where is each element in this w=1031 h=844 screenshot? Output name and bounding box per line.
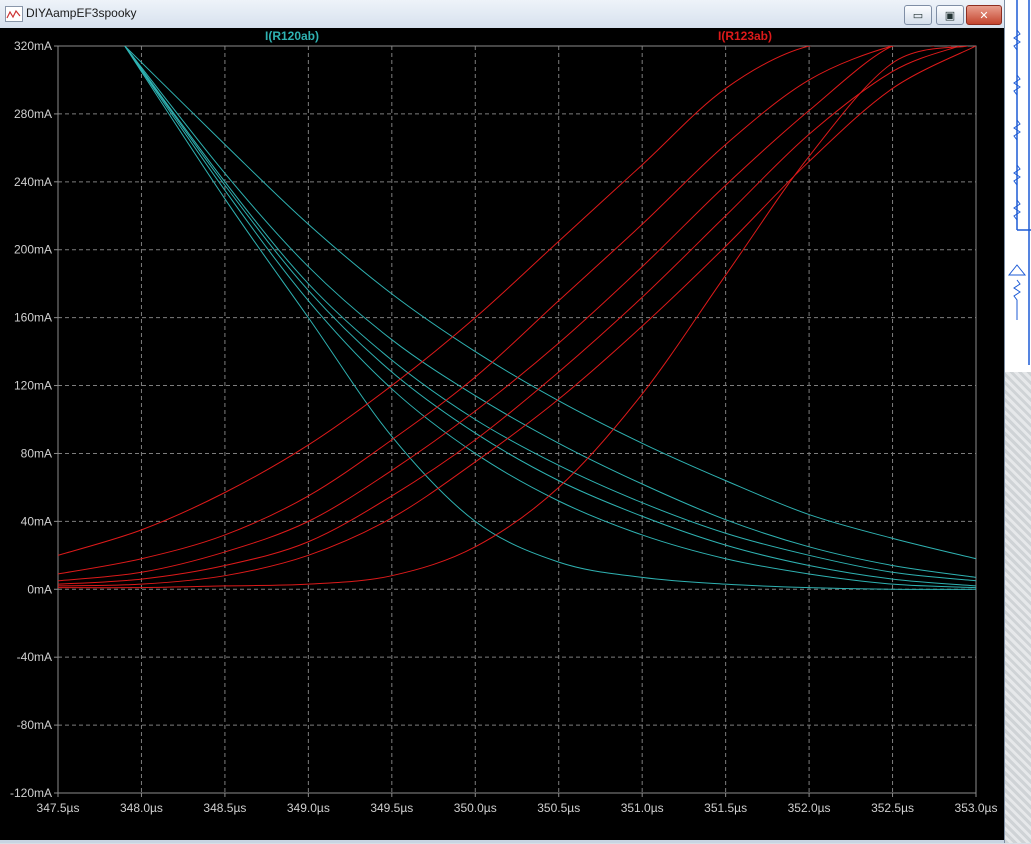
close-icon: ✕ [979,8,989,22]
schematic-resistors [1007,0,1031,365]
trace-r120ab [124,46,976,560]
plot-window: DIYAampEF3spooky ▭ ▣ ✕ 320mA 280mA 240mA 20… [0,0,1005,843]
x-tick-label: 350.0µs [454,801,497,815]
trace-r123ab [58,46,951,582]
x-tick-label: 349.5µs [370,801,413,815]
x-tick-label: 347.5µs [37,801,80,815]
y-tick-label: 240mA [14,175,52,189]
y-tick-label: 200mA [14,243,52,257]
y-tick-label: 40mA [21,514,52,528]
maximize-icon: ▣ [944,8,956,22]
y-tick-label: 280mA [14,107,52,121]
legend-label: I(R120ab) [265,29,319,43]
waveform-app-icon [5,6,23,22]
x-tick-label: 352.0µs [788,801,831,815]
schematic-background [1005,372,1031,843]
close-button[interactable]: ✕ [966,5,1002,25]
title-bar[interactable]: DIYAampEF3spooky ▭ ▣ ✕ [0,0,1004,29]
x-tick-label: 349.0µs [287,801,330,815]
y-tick-label: 0mA [27,582,52,596]
x-tick-label: 351.5µs [704,801,747,815]
x-tick-label: 350.5µs [537,801,580,815]
waveform-chart[interactable]: 320mA 280mA 240mA 200mA 160mA 120mA 80mA 40mA 0m… [0,28,1004,840]
x-tick-label: 352.5µs [871,801,914,815]
minimize-button[interactable]: ▭ [904,5,932,25]
y-tick-label: 320mA [14,39,52,53]
y-tick-label: 160mA [14,311,52,325]
maximize-button[interactable]: ▣ [936,5,964,25]
trace-r123ab [58,46,976,587]
schematic-panel[interactable] [1005,0,1031,843]
trace-r120ab [124,46,976,578]
x-tick-label: 353.0µs [955,801,998,815]
plot-area[interactable]: 320mA 280mA 240mA 200mA 160mA 120mA 80mA 40mA 0m… [0,28,1004,840]
x-tick-label: 351.0µs [621,801,664,815]
legend-label: I(R123ab) [718,29,772,43]
trace-r123ab [58,46,935,575]
trace-r120ab [124,46,976,582]
x-tick-label: 348.5µs [203,801,246,815]
trace-r123ab [58,46,960,585]
y-tick-label: -80mA [17,718,52,732]
minimize-icon: ▭ [912,8,924,22]
trace-r120ab [124,46,976,587]
y-tick-label: 120mA [14,379,52,393]
window-title: DIYAampEF3spooky [26,6,137,20]
x-tick-label: 348.0µs [120,801,163,815]
trace-r123ab [58,46,968,589]
y-tick-label: 80mA [21,446,52,460]
plot-frame [57,45,977,794]
y-tick-label: -120mA [10,786,52,800]
trace-r120ab [124,46,976,589]
y-tick-label: -40mA [17,650,52,664]
